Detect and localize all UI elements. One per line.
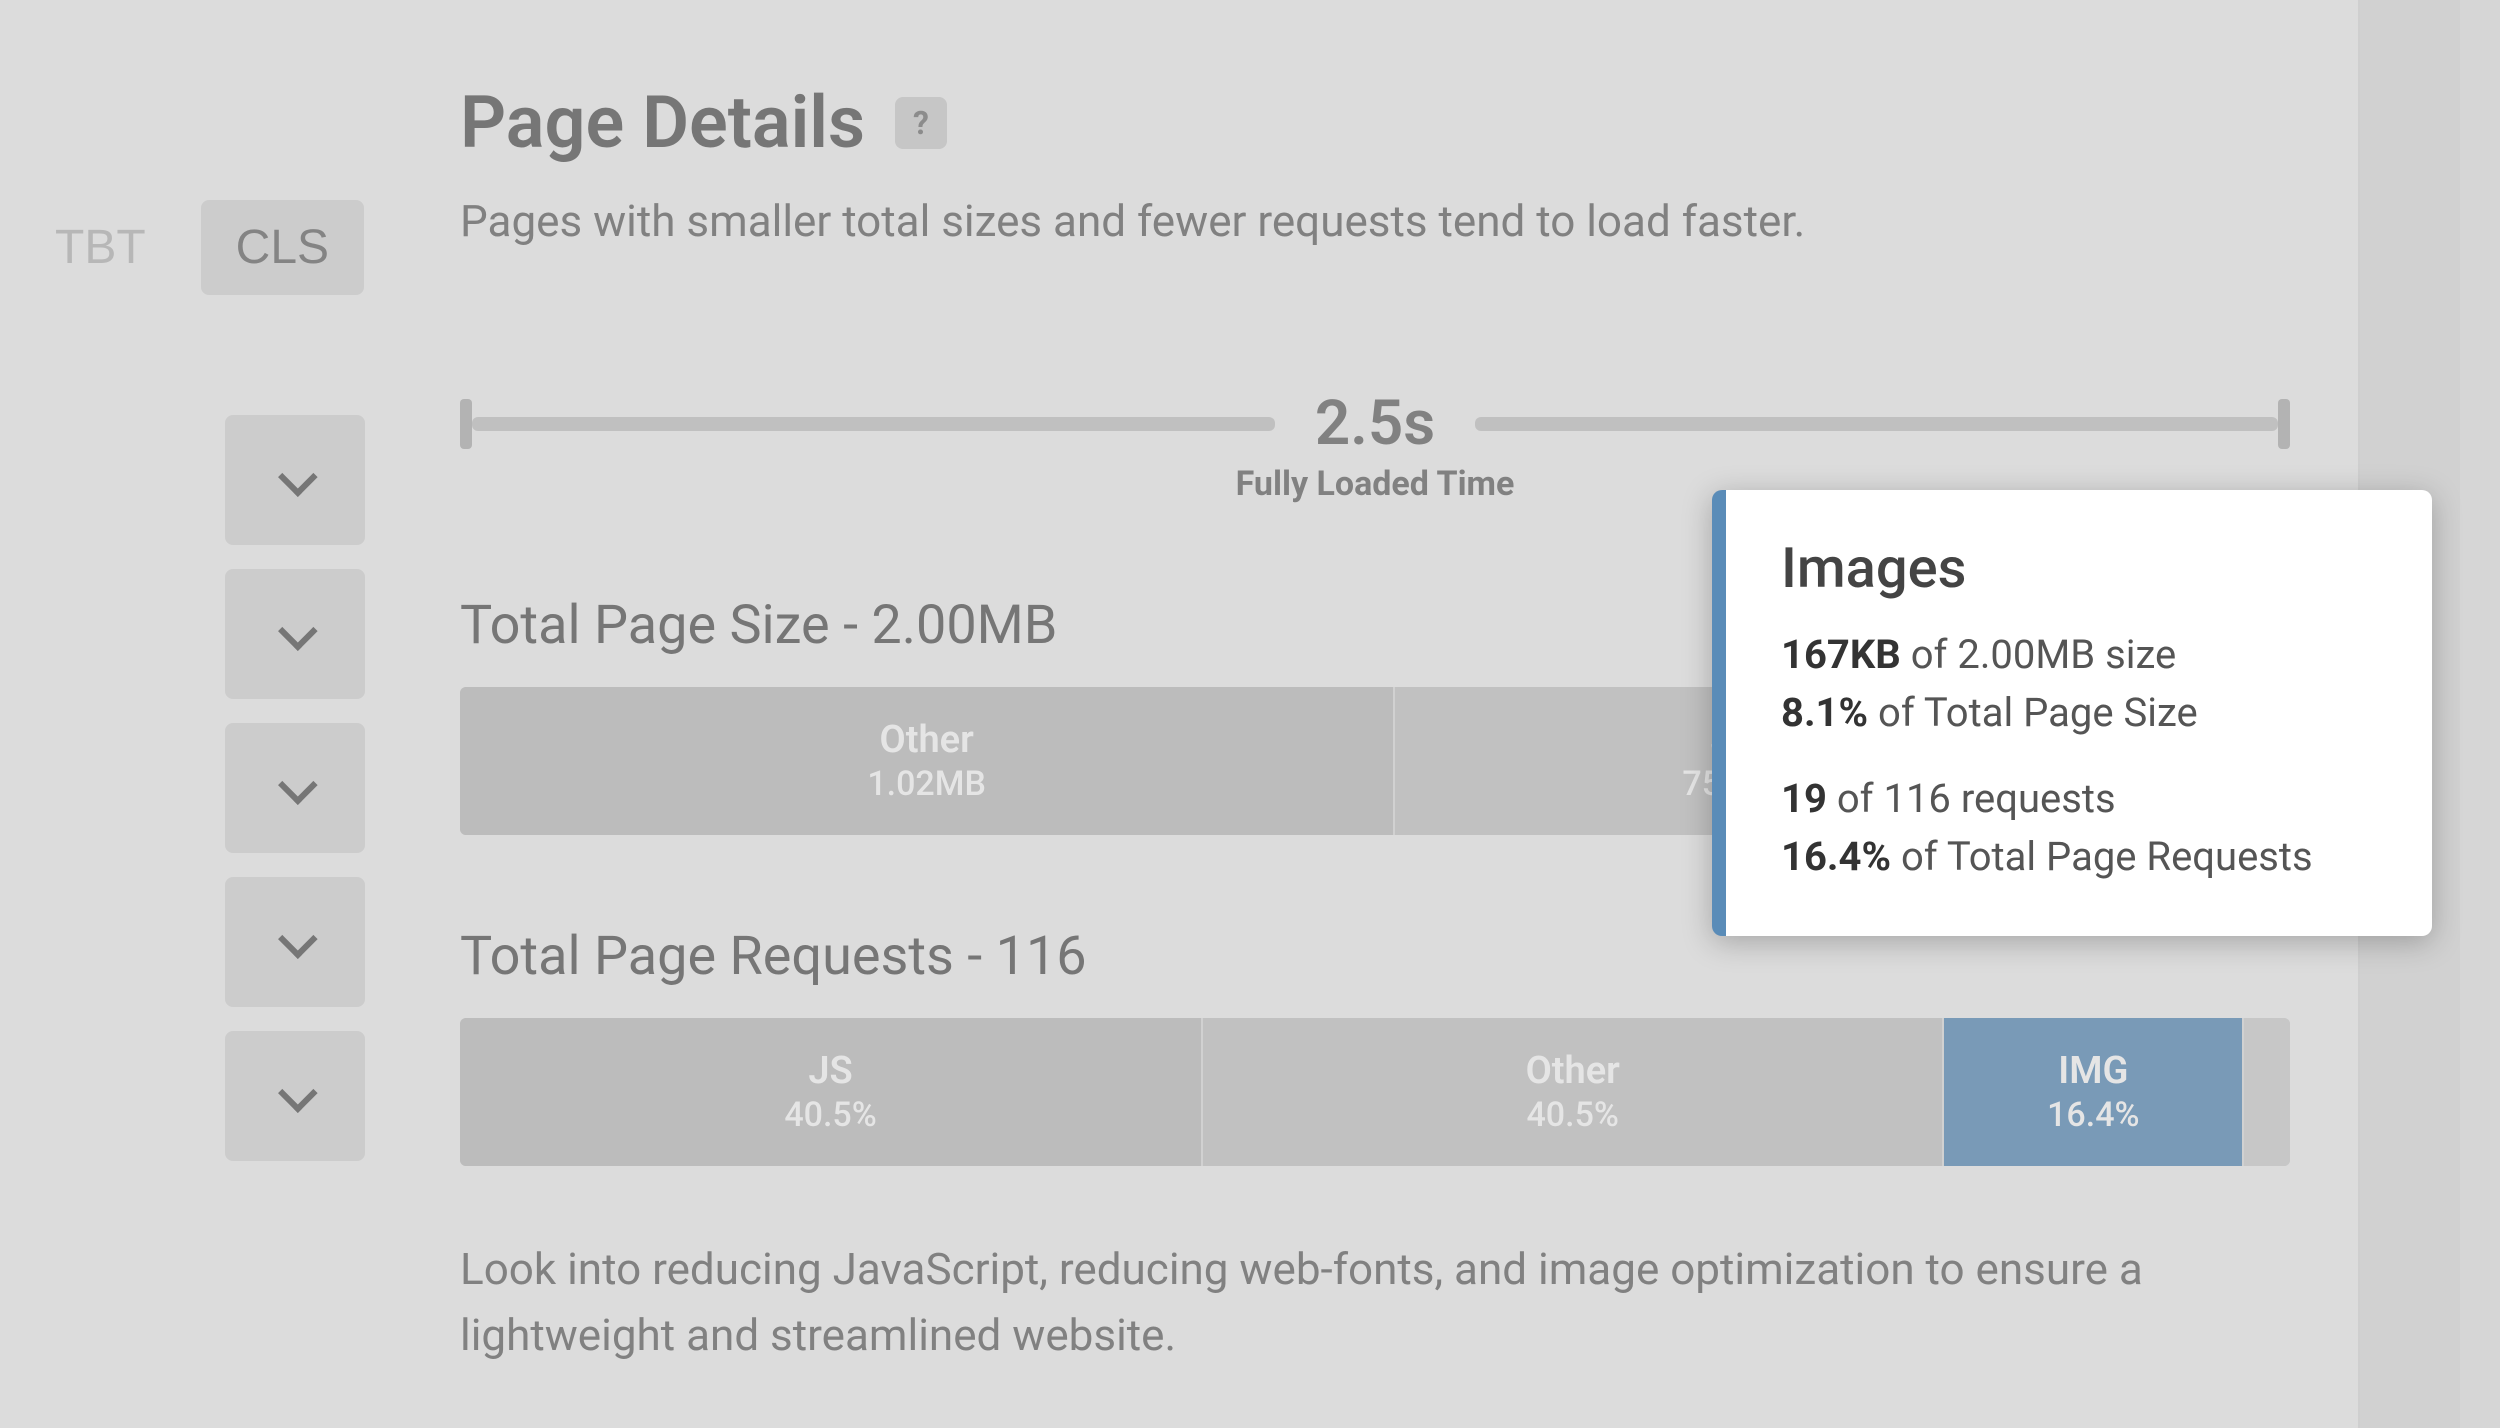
expand-toggle-4[interactable] <box>225 877 365 1007</box>
tooltip-req-pct-rest: of Total Page Requests <box>1891 833 2313 880</box>
request-segment-other[interactable]: Other40.5% <box>1201 1018 1942 1166</box>
tooltip-size-pct-rest: of Total Page Size <box>1868 689 2198 736</box>
tooltip-req-bold: 19 <box>1781 775 1827 822</box>
sidebar: TBT CLS <box>0 200 400 1161</box>
help-icon[interactable]: ? <box>895 97 947 149</box>
request-segment-rest[interactable] <box>2242 1018 2290 1166</box>
tab-cls[interactable]: CLS <box>201 200 364 295</box>
tooltip-size-rest: of 2.00MB size <box>1901 631 2176 678</box>
page-requests-bar[interactable]: JS40.5%Other40.5%IMG16.4% <box>460 1018 2290 1166</box>
size-segment-other[interactable]: Other1.02MB <box>460 687 1393 835</box>
request-segment-js[interactable]: JS40.5% <box>460 1018 1201 1166</box>
tooltip-title: Images <box>1781 535 2377 601</box>
page-title: Page Details ? <box>460 80 2290 165</box>
chevron-down-icon <box>278 919 318 959</box>
expand-list <box>0 415 400 1161</box>
tooltip-size-pct-line: 8.1% of Total Page Size <box>1781 684 2377 742</box>
page-subtitle: Pages with smaller total sizes and fewer… <box>460 195 2290 247</box>
request-segment-img[interactable]: IMG16.4% <box>1942 1018 2242 1166</box>
tooltip-req-line: 19 of 116 requests <box>1781 770 2377 828</box>
timeline-center: 2.5s <box>1275 387 1475 460</box>
tooltip-req-pct-bold: 16.4% <box>1781 833 1891 880</box>
tooltip-size-pct-bold: 8.1% <box>1781 689 1868 736</box>
timeline-end-cap <box>2278 399 2290 449</box>
tooltip-req-rest: of 116 requests <box>1827 775 2116 822</box>
footnote-text: Look into reducing JavaScript, reducing … <box>460 1236 2180 1368</box>
chevron-down-icon <box>278 457 318 497</box>
tooltip-images: Images 167KB of 2.00MB size 8.1% of Tota… <box>1712 490 2432 936</box>
tab-tbt[interactable]: TBT <box>20 200 181 295</box>
expand-toggle-2[interactable] <box>225 569 365 699</box>
timeline-line-right <box>1475 417 2278 431</box>
fully-loaded-value: 2.5s <box>1315 387 1435 460</box>
scrollbar-track[interactable] <box>2460 0 2500 1428</box>
expand-toggle-5[interactable] <box>225 1031 365 1161</box>
chevron-down-icon <box>278 765 318 805</box>
timeline-start-cap <box>460 399 472 449</box>
timeline-line-left <box>472 417 1275 431</box>
tooltip-size-line: 167KB of 2.00MB size <box>1781 626 2377 684</box>
chevron-down-icon <box>278 1073 318 1113</box>
expand-toggle-1[interactable] <box>225 415 365 545</box>
timeline: 2.5s <box>460 387 2290 460</box>
page-title-text: Page Details <box>460 80 865 165</box>
expand-toggle-3[interactable] <box>225 723 365 853</box>
tooltip-size-bold: 167KB <box>1781 631 1901 678</box>
metric-tabs: TBT CLS <box>20 200 400 295</box>
page-requests-section: Total Page Requests - 116 JS40.5%Other40… <box>460 925 2290 1166</box>
tooltip-req-pct-line: 16.4% of Total Page Requests <box>1781 828 2377 886</box>
chevron-down-icon <box>278 611 318 651</box>
